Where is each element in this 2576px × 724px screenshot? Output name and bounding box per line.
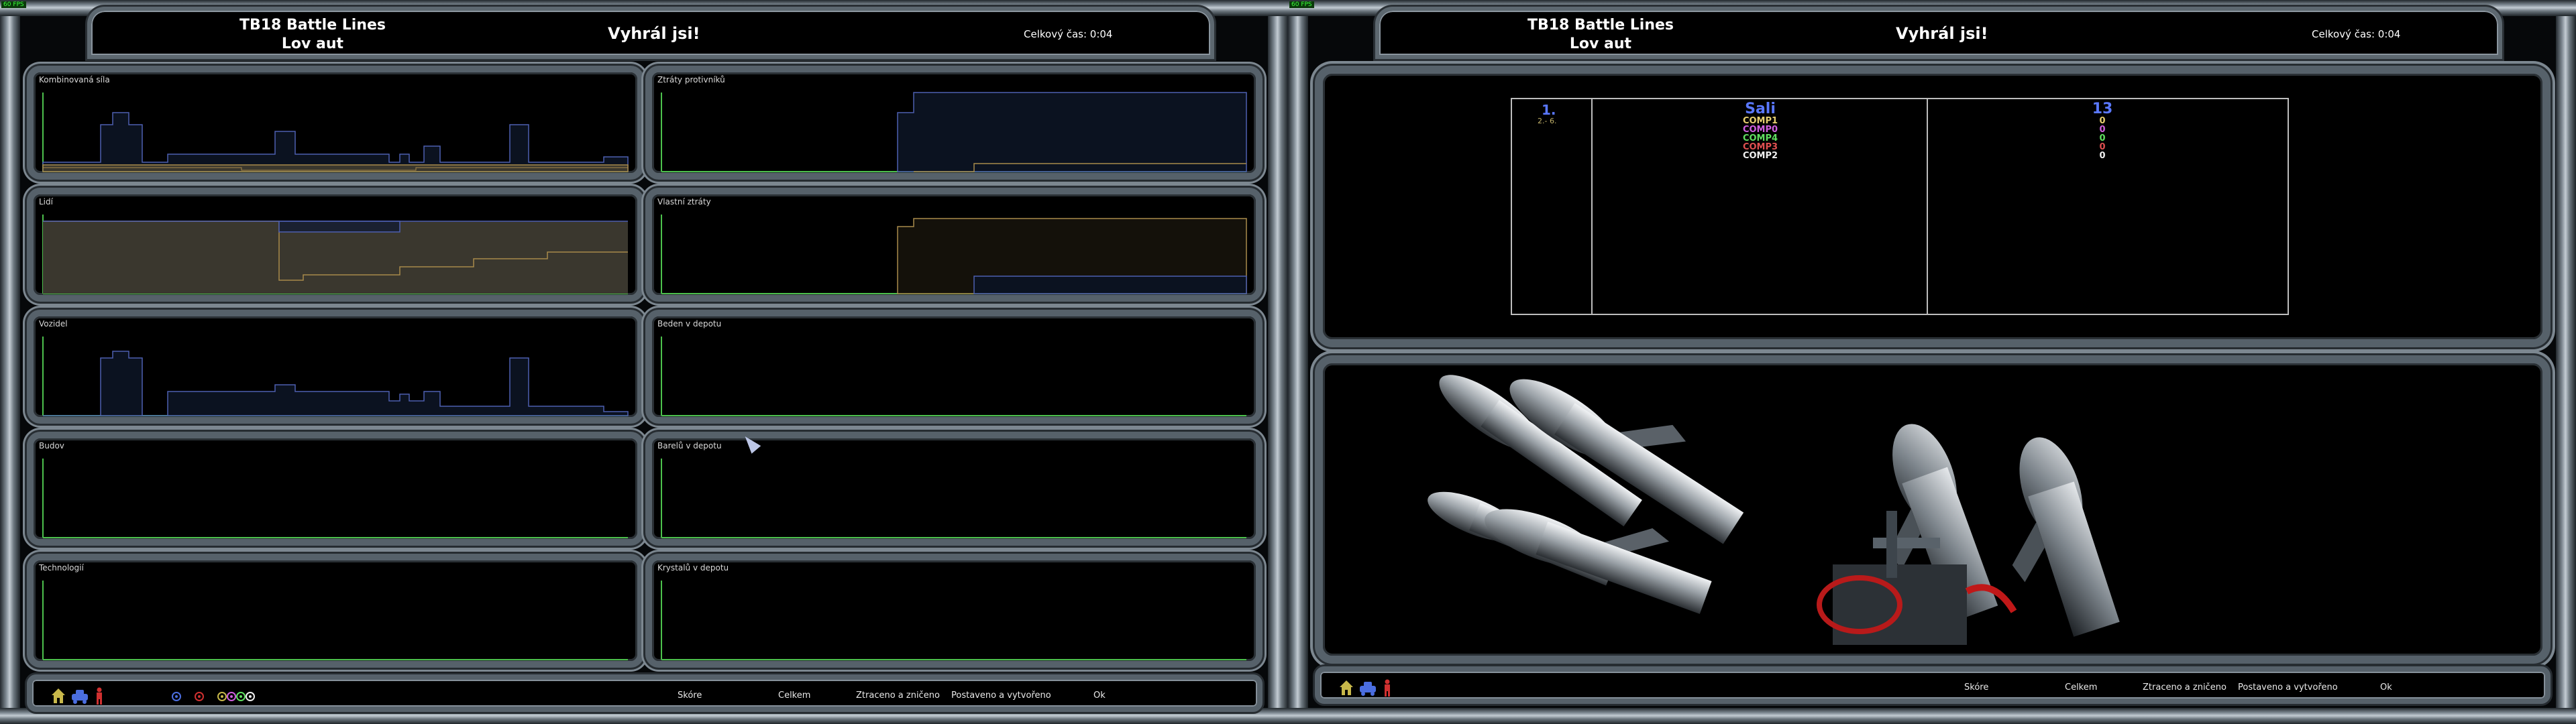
score-button[interactable]: Skóre — [1964, 682, 1988, 692]
graph-vehicles: Vozidel — [27, 310, 644, 424]
graph-crates: Beden v depotu — [645, 310, 1263, 424]
graph-label: Vlastní ztráty — [657, 197, 711, 206]
graph-plot — [661, 459, 1246, 538]
rank-column — [1512, 99, 1593, 314]
graph-enemy-losses: Ztráty protivníků — [645, 66, 1263, 180]
footer-bar: Skóre Celkem Ztraceno a zničeno Postaven… — [27, 674, 1263, 712]
total-time: Celkový čas: 0:04 — [2312, 28, 2401, 40]
player-name: COMP2 — [1742, 151, 1778, 161]
header-bar: TB18 Battle Lines Lov aut Vyhrál jsi! Ce… — [87, 7, 1214, 59]
graph-barrels: Barelů v depotu — [645, 432, 1263, 546]
graph-label: Ztráty protivníků — [657, 75, 725, 84]
lost-destroyed-button[interactable]: Ztraceno a zničeno — [856, 690, 940, 701]
mission-title: TB18 Battle Lines Lov aut — [219, 16, 407, 54]
mission-title: TB18 Battle Lines Lov aut — [1507, 16, 1695, 54]
artwork-panel — [1315, 355, 2551, 664]
score-table: 1. 2.- 6. Sali COMP1 COMP0 COMP4 COMP3 C… — [1511, 98, 2289, 315]
graph-label: Vozidel — [39, 319, 68, 328]
mission-subtitle: Lov aut — [1569, 36, 1632, 52]
house-icon[interactable] — [51, 687, 66, 705]
graph-plot — [42, 581, 628, 660]
footer-bar: Skóre Celkem Ztraceno a zničeno Postaven… — [1315, 666, 2551, 704]
player-filter-white[interactable] — [246, 692, 255, 701]
player-score: 0 — [2099, 151, 2106, 161]
rank-rest: 2.- 6. — [1538, 117, 1557, 125]
graph-plot — [42, 337, 629, 416]
graph-plot — [661, 581, 1246, 660]
ok-button[interactable]: Ok — [1093, 690, 1106, 701]
fps-badge: 60 FPS — [1289, 1, 1314, 8]
graph-label: Krystalů v depotu — [657, 563, 729, 572]
graph-crystals: Krystalů v depotu — [645, 554, 1263, 668]
player-name: Sali — [1745, 101, 1776, 117]
player-score: 13 — [2092, 101, 2113, 117]
frame-pipe — [1268, 0, 1288, 724]
rank-first: 1. — [1542, 102, 1556, 118]
graph-label: Kombinovaná síla — [39, 75, 110, 84]
graph-buildings: Budov — [27, 432, 644, 546]
built-created-button[interactable]: Postaveno a vytvořeno — [951, 690, 1051, 701]
fps-badge: 60 FPS — [1, 1, 26, 8]
score-button[interactable]: Skóre — [678, 690, 702, 701]
house-icon[interactable] — [1339, 679, 1354, 697]
header-bar: TB18 Battle Lines Lov aut Vyhrál jsi! Ce… — [1375, 7, 2502, 59]
frame-pipe — [1288, 708, 2576, 724]
total-time: Celkový čas: 0:04 — [1024, 28, 1113, 40]
score-screen: 60 FPS TB18 Battle Lines Lov aut Vyhrál … — [1288, 0, 2576, 724]
graph-own-losses: Vlastní ztráty — [645, 188, 1263, 302]
player-filter-yellow[interactable] — [217, 692, 227, 701]
graph-plot — [42, 215, 628, 294]
player-filter-green[interactable] — [236, 692, 246, 701]
mission-name: TB18 Battle Lines — [1527, 17, 1674, 34]
score-panel: 1. 2.- 6. Sali COMP1 COMP0 COMP4 COMP3 C… — [1315, 66, 2551, 347]
graph-plot — [661, 337, 1246, 416]
frame-pipe — [0, 0, 20, 724]
ok-button[interactable]: Ok — [2380, 682, 2392, 692]
graph-technology: Technologií — [27, 554, 644, 668]
total-button[interactable]: Celkem — [2065, 682, 2097, 692]
graph-plot — [661, 92, 1247, 172]
built-created-button[interactable]: Postaveno a vytvořeno — [2238, 682, 2338, 692]
player-filter-purple[interactable] — [227, 692, 236, 701]
graph-plot — [661, 215, 1247, 294]
frame-pipe — [2556, 0, 2576, 724]
graph-label: Lidí — [39, 197, 53, 206]
mission-subtitle: Lov aut — [281, 36, 344, 52]
vehicle-icon[interactable] — [1358, 679, 1378, 697]
graph-people: Lidí — [27, 188, 644, 302]
graph-label: Technologií — [39, 563, 84, 572]
mission-name: TB18 Battle Lines — [239, 17, 386, 34]
graph-label: Budov — [39, 441, 64, 450]
result-text: Vyhrál jsi! — [608, 24, 700, 43]
graph-label: Barelů v depotu — [657, 441, 722, 450]
graph-label: Beden v depotu — [657, 319, 722, 328]
total-button[interactable]: Celkem — [778, 690, 810, 701]
graph-plot — [42, 459, 628, 538]
person-icon[interactable] — [94, 687, 105, 705]
rocket-artwork — [1428, 375, 2120, 645]
person-icon[interactable] — [1382, 679, 1393, 697]
player-filter-blue[interactable] — [172, 692, 181, 701]
frame-pipe — [1288, 0, 1308, 724]
player-filter-red[interactable] — [195, 692, 204, 701]
lost-destroyed-button[interactable]: Ztraceno a zničeno — [2143, 682, 2226, 692]
graph-combined: Kombinovaná síla — [27, 66, 644, 180]
result-text: Vyhrál jsi! — [1896, 24, 1988, 43]
stats-screen: 60 FPS TB18 Battle Lines Lov aut Vyhrál … — [0, 0, 1288, 724]
graph-plot — [42, 93, 629, 172]
vehicle-icon[interactable] — [70, 687, 90, 705]
